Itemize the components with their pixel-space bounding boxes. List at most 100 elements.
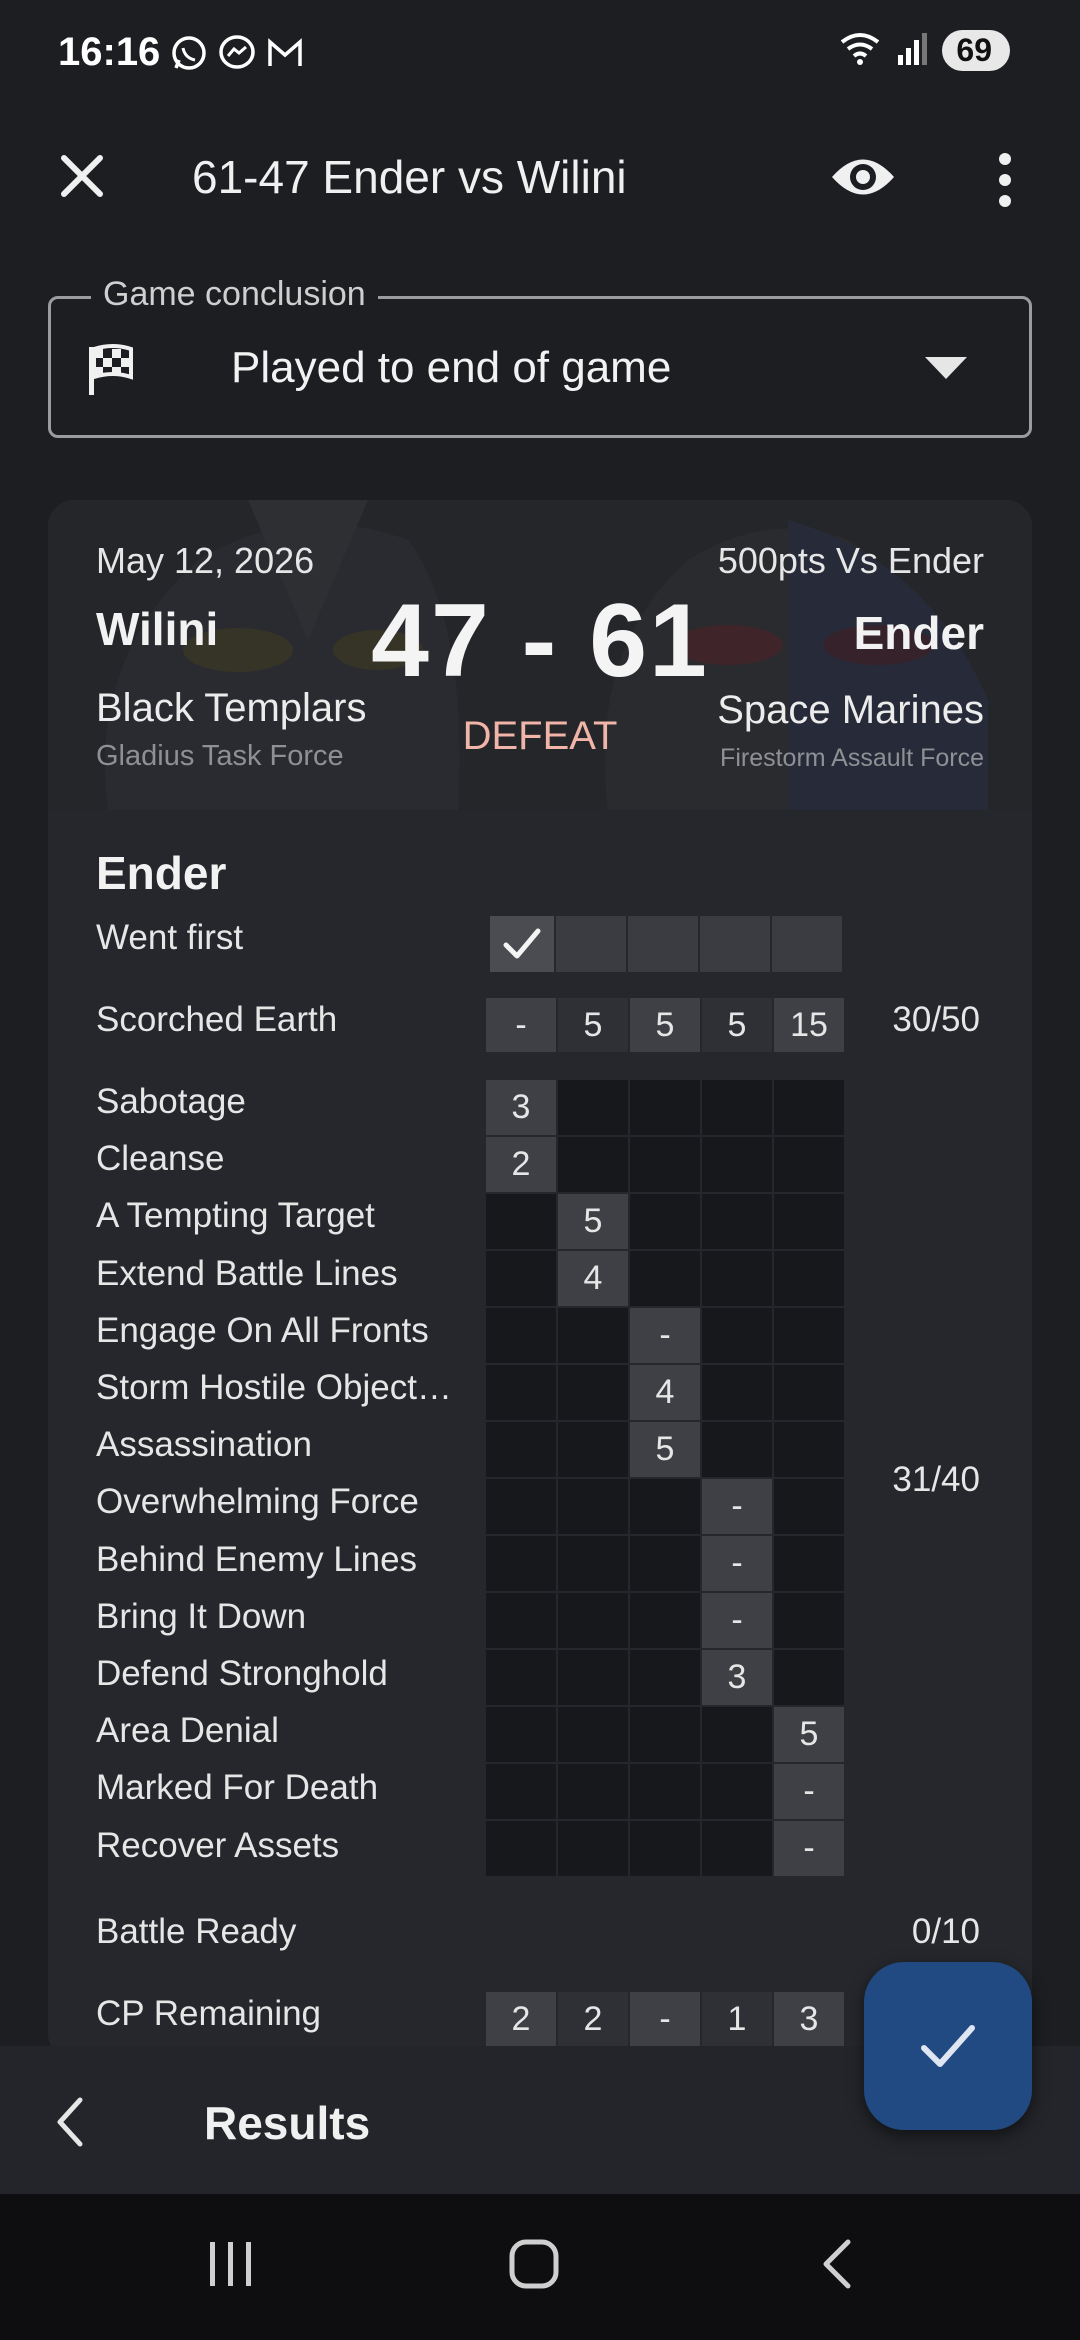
secondary-cell[interactable] xyxy=(630,1707,700,1762)
secondary-cell[interactable] xyxy=(558,1536,628,1591)
secondary-cell[interactable]: 3 xyxy=(486,1080,556,1135)
secondary-cell[interactable] xyxy=(558,1308,628,1363)
secondary-cell[interactable] xyxy=(630,1593,700,1648)
secondary-cell[interactable] xyxy=(630,1251,700,1306)
secondary-cell[interactable] xyxy=(486,1821,556,1876)
secondary-cell[interactable]: - xyxy=(702,1593,772,1648)
secondary-cell[interactable] xyxy=(558,1365,628,1420)
secondary-cell[interactable] xyxy=(630,1080,700,1135)
secondary-row: 5 xyxy=(486,1422,844,1477)
went-first-round-1[interactable] xyxy=(490,916,554,972)
secondary-cell[interactable] xyxy=(486,1764,556,1819)
secondary-cell[interactable] xyxy=(774,1650,844,1705)
secondary-cell[interactable] xyxy=(774,1593,844,1648)
secondary-cell[interactable] xyxy=(702,1707,772,1762)
secondary-cell[interactable] xyxy=(702,1194,772,1249)
secondary-cell[interactable]: 4 xyxy=(558,1251,628,1306)
cp-round-1[interactable]: 2 xyxy=(486,1992,556,2046)
secondary-cell[interactable] xyxy=(630,1536,700,1591)
secondary-cell[interactable] xyxy=(774,1422,844,1477)
secondary-cell[interactable]: - xyxy=(774,1764,844,1819)
secondary-cell[interactable]: 5 xyxy=(558,1194,628,1249)
confirm-button[interactable] xyxy=(864,1962,1032,2130)
secondary-cell[interactable]: - xyxy=(702,1479,772,1534)
secondary-cell[interactable] xyxy=(630,1764,700,1819)
secondary-cell[interactable]: 4 xyxy=(630,1365,700,1420)
secondary-cell[interactable]: - xyxy=(630,1308,700,1363)
secondary-cell[interactable] xyxy=(486,1593,556,1648)
went-first-round-4[interactable] xyxy=(700,916,770,972)
secondary-total: 31/40 xyxy=(892,1460,980,1499)
secondary-cell[interactable] xyxy=(486,1707,556,1762)
secondary-cell[interactable] xyxy=(486,1365,556,1420)
game-conclusion-dropdown[interactable]: Game conclusion Played to end of game xyxy=(48,275,1032,438)
cp-round-2[interactable]: 2 xyxy=(558,1992,628,2046)
went-first-round-2[interactable] xyxy=(556,916,626,972)
secondary-cell[interactable] xyxy=(774,1308,844,1363)
secondary-cell[interactable] xyxy=(558,1422,628,1477)
secondary-cell[interactable]: - xyxy=(702,1536,772,1591)
went-first-round-5[interactable] xyxy=(772,916,842,972)
close-icon[interactable] xyxy=(52,146,112,206)
more-vert-icon[interactable] xyxy=(992,150,1018,210)
home-icon[interactable] xyxy=(508,2238,560,2295)
secondary-cell[interactable] xyxy=(774,1080,844,1135)
cp-round-4[interactable]: 1 xyxy=(702,1992,772,2046)
secondary-cell[interactable] xyxy=(630,1821,700,1876)
secondary-cell[interactable] xyxy=(702,1821,772,1876)
secondary-cell[interactable]: 5 xyxy=(630,1422,700,1477)
secondary-cell[interactable] xyxy=(558,1479,628,1534)
secondary-cell[interactable] xyxy=(486,1308,556,1363)
secondary-cell[interactable] xyxy=(702,1365,772,1420)
secondary-cell[interactable] xyxy=(702,1422,772,1477)
primary-round-2[interactable]: 5 xyxy=(558,998,628,1052)
secondary-cell[interactable] xyxy=(630,1137,700,1192)
secondary-cell[interactable] xyxy=(558,1650,628,1705)
secondary-cell[interactable] xyxy=(630,1194,700,1249)
secondary-cell[interactable] xyxy=(486,1194,556,1249)
cp-remaining-row: 22-13 xyxy=(486,1992,844,2046)
battle-ready-total: 0/10 xyxy=(911,1912,980,1951)
secondary-cell[interactable] xyxy=(630,1479,700,1534)
recents-icon[interactable] xyxy=(206,2238,256,2295)
primary-round-4[interactable]: 5 xyxy=(702,998,772,1052)
secondary-cell[interactable] xyxy=(486,1251,556,1306)
secondary-cell[interactable] xyxy=(702,1080,772,1135)
secondary-cell[interactable] xyxy=(774,1251,844,1306)
secondary-cell[interactable] xyxy=(702,1308,772,1363)
secondary-cell[interactable] xyxy=(558,1764,628,1819)
secondary-cell[interactable]: 2 xyxy=(486,1137,556,1192)
secondary-cell[interactable] xyxy=(774,1365,844,1420)
secondary-cell[interactable]: - xyxy=(774,1821,844,1876)
secondary-cell[interactable] xyxy=(702,1764,772,1819)
secondary-cell[interactable] xyxy=(486,1650,556,1705)
primary-round-5[interactable]: 15 xyxy=(774,998,844,1052)
secondary-cell[interactable] xyxy=(486,1479,556,1534)
cp-round-5[interactable]: 3 xyxy=(774,1992,844,2046)
secondary-row: - xyxy=(486,1821,844,1876)
secondary-cell[interactable] xyxy=(486,1536,556,1591)
secondary-cell[interactable] xyxy=(558,1080,628,1135)
secondary-cell[interactable] xyxy=(558,1137,628,1192)
secondary-cell[interactable] xyxy=(774,1194,844,1249)
secondary-cell[interactable] xyxy=(486,1422,556,1477)
primary-round-1[interactable]: - xyxy=(486,998,556,1052)
secondary-cell[interactable] xyxy=(774,1479,844,1534)
eye-icon[interactable] xyxy=(830,150,896,204)
back-chevron-icon[interactable] xyxy=(50,2094,90,2150)
secondary-cell[interactable] xyxy=(702,1251,772,1306)
secondary-cell[interactable] xyxy=(558,1707,628,1762)
signal-icon xyxy=(896,31,928,70)
secondary-cell[interactable] xyxy=(774,1137,844,1192)
secondary-cell[interactable] xyxy=(702,1137,772,1192)
secondary-cell[interactable] xyxy=(558,1821,628,1876)
secondary-cell[interactable]: 5 xyxy=(774,1707,844,1762)
secondary-cell[interactable] xyxy=(630,1650,700,1705)
secondary-cell[interactable] xyxy=(558,1593,628,1648)
went-first-round-3[interactable] xyxy=(628,916,698,972)
system-back-icon[interactable] xyxy=(818,2238,858,2295)
cp-round-3[interactable]: - xyxy=(630,1992,700,2046)
secondary-cell[interactable]: 3 xyxy=(702,1650,772,1705)
secondary-cell[interactable] xyxy=(774,1536,844,1591)
primary-round-3[interactable]: 5 xyxy=(630,998,700,1052)
